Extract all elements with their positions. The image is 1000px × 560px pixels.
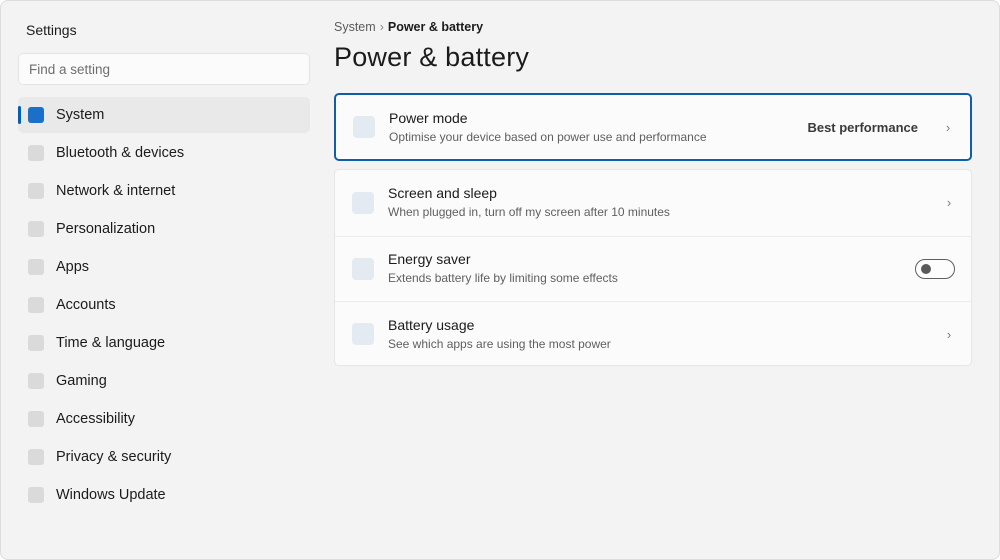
screen-and-sleep-description: When plugged in, turn off my screen afte… [388,205,670,220]
sidebar-item-personalization[interactable]: Personalization [18,211,310,247]
sidebar-item-privacy-security[interactable]: Privacy & security [18,439,310,475]
update-icon [28,487,44,503]
energy-saver-row: Energy saver Extends battery life by lim… [335,235,971,302]
sidebar-item-label: Bluetooth & devices [56,145,185,161]
sidebar-item-system[interactable]: System [18,97,310,133]
clock-icon [28,335,44,351]
battery-usage-row[interactable]: Battery usage See which apps are using t… [335,301,971,367]
sidebar-item-windows-update[interactable]: Windows Update [18,477,310,513]
energy-saver-title: Energy saver [388,251,471,268]
screen-and-sleep-row[interactable]: Screen and sleep When plugged in, turn o… [335,170,971,236]
breadcrumb: System › Power & battery [334,20,483,34]
screen-and-sleep-text: Screen and sleep When plugged in, turn o… [388,184,939,221]
sidebar-item-label: Windows Update [56,487,166,503]
battery-icon [352,323,374,346]
breadcrumb-current: Power & battery [387,20,484,34]
sidebar-item-label: Gaming [56,373,107,389]
breadcrumb-separator: › [379,20,384,34]
energy-saver-text: Energy saver Extends battery life by lim… [388,250,915,287]
screen-icon [352,191,374,214]
sidebar-item-label: Accounts [56,297,116,313]
energy-saver-description: Extends battery life by limiting some ef… [388,271,618,286]
power-mode-title: Power mode [389,109,468,126]
personalization-icon [28,221,44,237]
sidebar-item-label: Accessibility [56,411,135,427]
sidebar-item-network-internet[interactable]: Network & internet [18,173,310,209]
battery-usage-description: See which apps are using the most power [388,336,611,351]
page-title: Power & battery [334,42,530,72]
network-icon [28,183,44,199]
power-mode-value: Best performance [807,119,918,135]
apps-icon [28,259,44,275]
accessibility-icon [28,411,44,427]
sidebar-item-gaming[interactable]: Gaming [18,363,310,399]
sidebar-item-bluetooth-devices[interactable]: Bluetooth & devices [18,135,310,171]
sidebar-item-label: Time & language [56,335,166,351]
bluetooth-icon [28,145,44,161]
sidebar-item-accessibility[interactable]: Accessibility [18,401,310,437]
sidebar-item-label: Personalization [56,221,156,237]
gaming-icon [28,373,44,389]
sidebar-nav: System Bluetooth & devices Network & int… [18,97,310,515]
chevron-right-icon: › [945,119,951,135]
breadcrumb-parent[interactable]: System [334,20,376,34]
power-settings-group: Screen and sleep When plugged in, turn o… [334,169,972,366]
battery-usage-text: Battery usage See which apps are using t… [388,316,939,353]
sidebar-item-time-language[interactable]: Time & language [18,325,310,361]
sidebar-item-label: System [56,107,105,123]
app-title: Settings [26,22,77,38]
chevron-right-icon: › [946,195,952,211]
sidebar-item-label: Privacy & security [56,449,172,465]
energy-saver-toggle[interactable] [915,258,955,279]
sidebar-item-label: Apps [56,259,90,275]
toggle-knob [921,263,931,274]
search-input[interactable] [18,53,310,85]
power-mode-card[interactable]: Power mode Optimise your device based on… [334,93,972,161]
power-mode-row[interactable]: Power mode Optimise your device based on… [336,95,970,159]
battery-usage-title: Battery usage [388,316,475,333]
power-mode-text: Power mode Optimise your device based on… [389,109,807,146]
screen-and-sleep-title: Screen and sleep [388,185,497,202]
system-icon [28,107,44,123]
accounts-icon [28,297,44,313]
energy-saver-icon [352,257,374,280]
main-content: System › Power & battery Power & battery P… [334,1,974,559]
power-mode-description: Optimise your device based on power use … [389,129,707,144]
sidebar-item-accounts[interactable]: Accounts [18,287,310,323]
settings-window: Settings System Bluetooth & devices Netw… [0,0,1000,560]
power-mode-icon [353,116,375,138]
sidebar: Settings System Bluetooth & devices Netw… [1,1,321,559]
sidebar-item-apps[interactable]: Apps [18,249,310,285]
sidebar-item-label: Network & internet [56,183,176,199]
shield-icon [28,449,44,465]
chevron-right-icon: › [946,326,952,342]
selection-indicator [18,106,21,124]
